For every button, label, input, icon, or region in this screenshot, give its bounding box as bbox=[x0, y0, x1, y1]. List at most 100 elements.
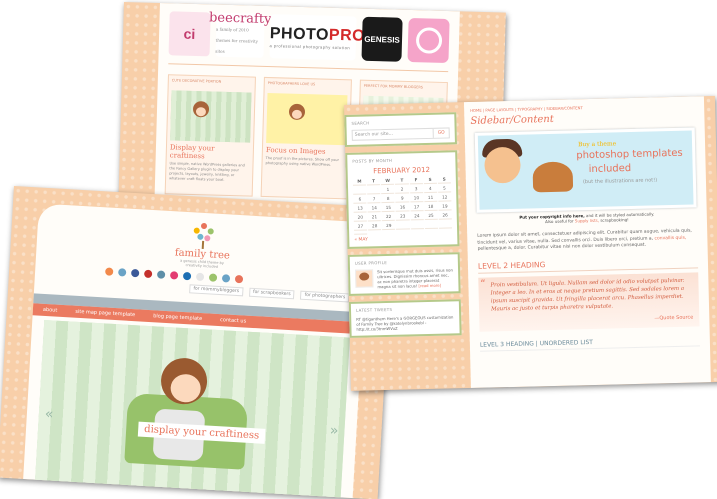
panel-image[interactable] bbox=[170, 90, 252, 143]
calendar-day[interactable]: 18 bbox=[424, 202, 438, 212]
tag-link[interactable]: for mommybloggers bbox=[189, 284, 244, 297]
calendar-day[interactable]: 23 bbox=[396, 212, 410, 221]
calendar-day[interactable]: 29 bbox=[382, 221, 396, 231]
calendar-weekday: T bbox=[366, 177, 381, 186]
calendar-day[interactable]: 22 bbox=[381, 212, 396, 222]
panel-text: Use simple, native WordPress galleries a… bbox=[169, 161, 245, 182]
calendar-day[interactable]: 17 bbox=[409, 203, 424, 212]
calendar-day[interactable]: 4 bbox=[423, 184, 438, 194]
family-tree-logo[interactable]: family tree a genesis child theme by cre… bbox=[174, 221, 232, 269]
calendar-weekday: W bbox=[381, 176, 395, 186]
share-icon[interactable] bbox=[208, 273, 218, 282]
calendar-day[interactable]: 12 bbox=[438, 193, 452, 202]
pink-badge-logo[interactable] bbox=[407, 17, 450, 64]
search-go-button[interactable]: GO bbox=[432, 128, 449, 138]
slider-next-icon[interactable]: » bbox=[329, 423, 338, 439]
calendar-day[interactable]: 10 bbox=[409, 194, 424, 203]
ci-logo[interactable]: ci bbox=[168, 11, 211, 57]
calendar-day[interactable]: 6 bbox=[353, 195, 367, 204]
calendar-weekday: S bbox=[423, 175, 437, 185]
calendar-widget: POSTS BY MONTH FEBRUARY 2012 MTWTFSS1234… bbox=[345, 150, 460, 249]
banner-text: (but the illustrations are not!) bbox=[582, 177, 658, 186]
calendar-day[interactable]: 16 bbox=[395, 203, 410, 212]
social-icons bbox=[105, 267, 244, 284]
girl-illustration-icon bbox=[192, 100, 210, 118]
calendar-weekday: T bbox=[395, 176, 409, 185]
photopro-logo-text: PHOTO bbox=[269, 24, 330, 44]
beecrafty-tagline: a family of 2010 themes for creativity s… bbox=[215, 26, 259, 54]
genesis-logo[interactable]: GENESIS bbox=[361, 16, 404, 62]
slider-prev-icon[interactable]: « bbox=[44, 406, 53, 422]
profile-widget: USER PROFILE Sit scelerisque mut duis as… bbox=[347, 252, 461, 296]
calendar-day[interactable]: 19 bbox=[438, 202, 452, 211]
image-caption: Put your copyright info here, and it wil… bbox=[467, 210, 707, 226]
calendar-weekday: S bbox=[437, 175, 451, 184]
twitter-icon[interactable] bbox=[117, 268, 127, 277]
caption-link[interactable]: Supply lists, bbox=[575, 218, 599, 224]
calendar-day[interactable]: 28 bbox=[368, 222, 382, 231]
youtube-icon[interactable] bbox=[143, 269, 153, 279]
calendar-day[interactable]: 27 bbox=[353, 222, 368, 231]
tag-link[interactable]: for photographers bbox=[300, 290, 350, 303]
tag-link[interactable]: for scrapbookers bbox=[248, 287, 295, 300]
panel-heading: PERFECT FOR MOMMY BLOGGERS bbox=[363, 83, 424, 90]
calendar-day[interactable]: 26 bbox=[438, 211, 452, 220]
delicious-icon[interactable] bbox=[182, 271, 192, 281]
quote-mark-icon: “ bbox=[480, 278, 486, 290]
calendar-day bbox=[353, 186, 367, 195]
nav-item-blog[interactable]: blog page template bbox=[153, 310, 203, 325]
rss-icon[interactable] bbox=[105, 267, 114, 276]
panel-heading: CUTE DECORATIVE PORTION bbox=[171, 78, 222, 84]
calendar-day[interactable]: 2 bbox=[395, 185, 409, 194]
nav-item-contact[interactable]: contact us bbox=[220, 314, 247, 327]
calendar-day[interactable]: 15 bbox=[381, 203, 396, 213]
calendar-day[interactable]: 9 bbox=[395, 194, 409, 203]
sidebar: SEARCH Search our site... GO POSTS BY MO… bbox=[344, 112, 462, 344]
pinterest-icon[interactable] bbox=[234, 274, 244, 284]
quote-source-link[interactable]: —Quote Source bbox=[491, 314, 693, 325]
calendar-day[interactable]: 11 bbox=[423, 193, 438, 203]
avatar bbox=[355, 269, 374, 288]
read-more-link[interactable]: [read more] bbox=[418, 283, 441, 289]
nav-item-site-map[interactable]: site map page template bbox=[75, 306, 136, 321]
calendar-day[interactable]: 20 bbox=[353, 213, 367, 222]
beecrafty-logo[interactable]: beecrafty a family of 2010 themes for cr… bbox=[209, 10, 272, 58]
flickr-icon[interactable] bbox=[169, 271, 179, 280]
calendar-weekday: F bbox=[409, 176, 423, 185]
calendar-day[interactable]: 25 bbox=[424, 211, 438, 221]
promo-banner[interactable]: Buy a theme photoshop templates included… bbox=[474, 127, 697, 213]
calendar-prev-link[interactable]: « MAY bbox=[354, 235, 452, 242]
panel-text: The proof is in the pictures. Show off y… bbox=[265, 156, 340, 167]
panel-title[interactable]: Focus on Images bbox=[266, 146, 346, 156]
widget-heading: USER PROFILE bbox=[354, 259, 388, 266]
panel-title[interactable]: Display your craftiness bbox=[170, 143, 250, 161]
calendar-day[interactable]: 3 bbox=[409, 185, 423, 194]
calendar-day[interactable]: 1 bbox=[381, 185, 395, 195]
front-screenshot-card: family tree a genesis child theme by cre… bbox=[0, 186, 395, 499]
search-form: Search our site... GO bbox=[351, 127, 450, 141]
calendar-day[interactable]: 24 bbox=[410, 212, 424, 221]
calendar-day[interactable]: 5 bbox=[437, 184, 452, 193]
nav-item-about[interactable]: about bbox=[43, 304, 58, 317]
calendar-day bbox=[438, 220, 453, 229]
calendar-day[interactable]: 8 bbox=[381, 194, 395, 204]
vimeo-icon[interactable] bbox=[221, 274, 231, 283]
paragraph-link[interactable]: convallis quis, bbox=[654, 235, 686, 241]
hero-slider[interactable]: « » display your craftiness bbox=[34, 319, 350, 499]
linkedin-icon[interactable] bbox=[156, 270, 166, 279]
widget-heading: SEARCH bbox=[351, 120, 370, 126]
profile-text: Sit scelerisque mut duis assis, risus no… bbox=[377, 267, 453, 290]
calendar-day[interactable]: 21 bbox=[367, 213, 382, 222]
search-input[interactable]: Search our site... bbox=[353, 129, 433, 140]
calendar-day[interactable]: 7 bbox=[367, 195, 381, 204]
email-icon[interactable] bbox=[195, 272, 205, 282]
calendar-day[interactable]: 13 bbox=[353, 204, 367, 213]
widget-heading: POSTS BY MONTH bbox=[352, 157, 393, 164]
facebook-icon[interactable] bbox=[130, 268, 140, 278]
photopro-logo[interactable]: PHOTOPRO a professional photography solu… bbox=[269, 14, 365, 61]
calendar-day[interactable]: 14 bbox=[367, 204, 381, 213]
caption-text: Also useful for bbox=[544, 218, 574, 225]
panel-image[interactable] bbox=[266, 93, 348, 146]
girl-illustration-icon bbox=[288, 103, 306, 121]
calendar-title: FEBRUARY 2012 bbox=[373, 165, 431, 176]
